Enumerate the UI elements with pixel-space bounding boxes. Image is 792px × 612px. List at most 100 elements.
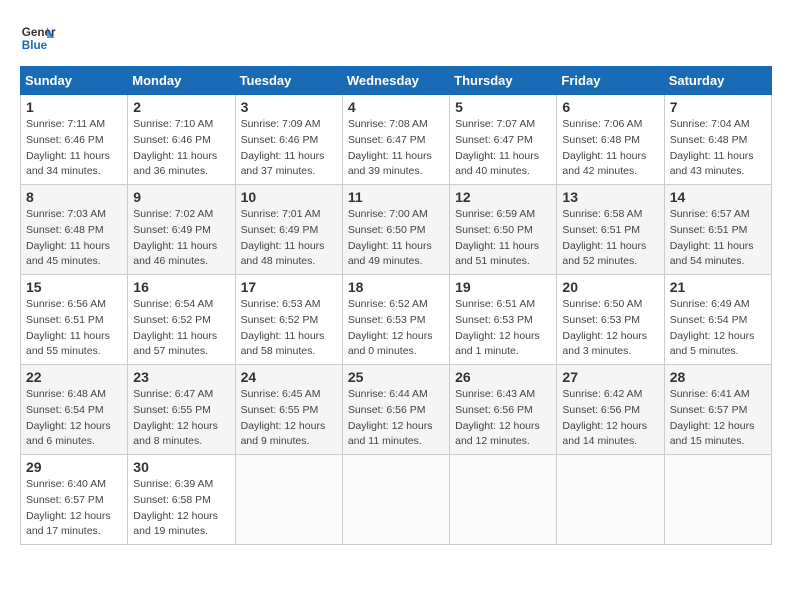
calendar-cell: 23 Sunrise: 6:47 AM Sunset: 6:55 PM Dayli… — [128, 365, 235, 455]
calendar-cell — [450, 455, 557, 545]
day-info: Sunrise: 6:39 AM Sunset: 6:58 PM Dayligh… — [133, 477, 229, 540]
day-info: Sunrise: 6:58 AM Sunset: 6:51 PM Dayligh… — [562, 207, 658, 270]
calendar-cell: 2 Sunrise: 7:10 AM Sunset: 6:46 PM Daylig… — [128, 95, 235, 185]
day-number: 10 — [241, 189, 337, 205]
day-number: 7 — [670, 99, 766, 115]
calendar-cell: 14 Sunrise: 6:57 AM Sunset: 6:51 PM Dayli… — [664, 185, 771, 275]
day-number: 13 — [562, 189, 658, 205]
day-info: Sunrise: 6:47 AM Sunset: 6:55 PM Dayligh… — [133, 387, 229, 450]
calendar-cell: 26 Sunrise: 6:43 AM Sunset: 6:56 PM Dayli… — [450, 365, 557, 455]
day-info: Sunrise: 7:08 AM Sunset: 6:47 PM Dayligh… — [348, 117, 444, 180]
day-number: 16 — [133, 279, 229, 295]
day-info: Sunrise: 7:04 AM Sunset: 6:48 PM Dayligh… — [670, 117, 766, 180]
day-info: Sunrise: 6:45 AM Sunset: 6:55 PM Dayligh… — [241, 387, 337, 450]
day-info: Sunrise: 6:43 AM Sunset: 6:56 PM Dayligh… — [455, 387, 551, 450]
logo: General Blue — [20, 20, 56, 56]
calendar-cell: 9 Sunrise: 7:02 AM Sunset: 6:49 PM Daylig… — [128, 185, 235, 275]
calendar-cell: 16 Sunrise: 6:54 AM Sunset: 6:52 PM Dayli… — [128, 275, 235, 365]
day-info: Sunrise: 7:11 AM Sunset: 6:46 PM Dayligh… — [26, 117, 122, 180]
calendar-cell: 10 Sunrise: 7:01 AM Sunset: 6:49 PM Dayli… — [235, 185, 342, 275]
day-info: Sunrise: 7:00 AM Sunset: 6:50 PM Dayligh… — [348, 207, 444, 270]
calendar-cell: 22 Sunrise: 6:48 AM Sunset: 6:54 PM Dayli… — [21, 365, 128, 455]
day-header-wednesday: Wednesday — [342, 67, 449, 95]
calendar-cell: 17 Sunrise: 6:53 AM Sunset: 6:52 PM Dayli… — [235, 275, 342, 365]
day-number: 22 — [26, 369, 122, 385]
day-number: 5 — [455, 99, 551, 115]
day-info: Sunrise: 6:57 AM Sunset: 6:51 PM Dayligh… — [670, 207, 766, 270]
day-info: Sunrise: 6:51 AM Sunset: 6:53 PM Dayligh… — [455, 297, 551, 360]
day-number: 8 — [26, 189, 122, 205]
calendar-cell: 12 Sunrise: 6:59 AM Sunset: 6:50 PM Dayli… — [450, 185, 557, 275]
day-info: Sunrise: 6:41 AM Sunset: 6:57 PM Dayligh… — [670, 387, 766, 450]
day-info: Sunrise: 6:42 AM Sunset: 6:56 PM Dayligh… — [562, 387, 658, 450]
day-info: Sunrise: 6:44 AM Sunset: 6:56 PM Dayligh… — [348, 387, 444, 450]
day-info: Sunrise: 7:09 AM Sunset: 6:46 PM Dayligh… — [241, 117, 337, 180]
calendar-cell: 15 Sunrise: 6:56 AM Sunset: 6:51 PM Dayli… — [21, 275, 128, 365]
day-info: Sunrise: 7:03 AM Sunset: 6:48 PM Dayligh… — [26, 207, 122, 270]
day-number: 6 — [562, 99, 658, 115]
day-header-sunday: Sunday — [21, 67, 128, 95]
day-number: 3 — [241, 99, 337, 115]
day-header-tuesday: Tuesday — [235, 67, 342, 95]
calendar-cell — [235, 455, 342, 545]
day-header-thursday: Thursday — [450, 67, 557, 95]
day-number: 23 — [133, 369, 229, 385]
calendar-cell: 18 Sunrise: 6:52 AM Sunset: 6:53 PM Dayli… — [342, 275, 449, 365]
day-header-monday: Monday — [128, 67, 235, 95]
day-number: 24 — [241, 369, 337, 385]
day-number: 4 — [348, 99, 444, 115]
calendar-cell: 21 Sunrise: 6:49 AM Sunset: 6:54 PM Dayli… — [664, 275, 771, 365]
calendar-cell — [664, 455, 771, 545]
day-info: Sunrise: 7:01 AM Sunset: 6:49 PM Dayligh… — [241, 207, 337, 270]
day-number: 9 — [133, 189, 229, 205]
day-number: 11 — [348, 189, 444, 205]
day-number: 28 — [670, 369, 766, 385]
day-header-friday: Friday — [557, 67, 664, 95]
calendar-cell: 25 Sunrise: 6:44 AM Sunset: 6:56 PM Dayli… — [342, 365, 449, 455]
day-info: Sunrise: 7:06 AM Sunset: 6:48 PM Dayligh… — [562, 117, 658, 180]
calendar-cell: 3 Sunrise: 7:09 AM Sunset: 6:46 PM Daylig… — [235, 95, 342, 185]
calendar-cell: 29 Sunrise: 6:40 AM Sunset: 6:57 PM Dayli… — [21, 455, 128, 545]
day-info: Sunrise: 6:40 AM Sunset: 6:57 PM Dayligh… — [26, 477, 122, 540]
calendar-cell: 1 Sunrise: 7:11 AM Sunset: 6:46 PM Daylig… — [21, 95, 128, 185]
day-number: 14 — [670, 189, 766, 205]
day-number: 15 — [26, 279, 122, 295]
calendar-cell: 27Sunrise: 6:42 AM Sunset: 6:56 PM Dayli… — [557, 365, 664, 455]
calendar-cell: 30 Sunrise: 6:39 AM Sunset: 6:58 PM Dayli… — [128, 455, 235, 545]
day-info: Sunrise: 6:54 AM Sunset: 6:52 PM Dayligh… — [133, 297, 229, 360]
day-info: Sunrise: 6:56 AM Sunset: 6:51 PM Dayligh… — [26, 297, 122, 360]
calendar-cell: 20 Sunrise: 6:50 AM Sunset: 6:53 PM Dayli… — [557, 275, 664, 365]
calendar-cell: 5Sunrise: 7:07 AM Sunset: 6:47 PM Daylig… — [450, 95, 557, 185]
calendar-cell: 7 Sunrise: 7:04 AM Sunset: 6:48 PM Daylig… — [664, 95, 771, 185]
calendar-cell: 4 Sunrise: 7:08 AM Sunset: 6:47 PM Daylig… — [342, 95, 449, 185]
day-number: 25 — [348, 369, 444, 385]
day-number: 26 — [455, 369, 551, 385]
day-info: Sunrise: 6:53 AM Sunset: 6:52 PM Dayligh… — [241, 297, 337, 360]
day-info: Sunrise: 6:59 AM Sunset: 6:50 PM Dayligh… — [455, 207, 551, 270]
day-number: 29 — [26, 459, 122, 475]
day-info: Sunrise: 6:52 AM Sunset: 6:53 PM Dayligh… — [348, 297, 444, 360]
day-header-saturday: Saturday — [664, 67, 771, 95]
day-number: 12 — [455, 189, 551, 205]
calendar-cell: 13 Sunrise: 6:58 AM Sunset: 6:51 PM Dayli… — [557, 185, 664, 275]
day-info: Sunrise: 7:10 AM Sunset: 6:46 PM Dayligh… — [133, 117, 229, 180]
day-number: 20 — [562, 279, 658, 295]
day-number: 18 — [348, 279, 444, 295]
calendar-cell — [342, 455, 449, 545]
svg-text:Blue: Blue — [22, 39, 48, 52]
day-info: Sunrise: 7:02 AM Sunset: 6:49 PM Dayligh… — [133, 207, 229, 270]
calendar-cell: 24 Sunrise: 6:45 AM Sunset: 6:55 PM Dayli… — [235, 365, 342, 455]
day-number: 2 — [133, 99, 229, 115]
day-number: 30 — [133, 459, 229, 475]
calendar-cell: 28 Sunrise: 6:41 AM Sunset: 6:57 PM Dayli… — [664, 365, 771, 455]
day-info: Sunrise: 6:50 AM Sunset: 6:53 PM Dayligh… — [562, 297, 658, 360]
day-info: Sunrise: 6:48 AM Sunset: 6:54 PM Dayligh… — [26, 387, 122, 450]
day-info: Sunrise: 6:49 AM Sunset: 6:54 PM Dayligh… — [670, 297, 766, 360]
calendar-cell: 19Sunrise: 6:51 AM Sunset: 6:53 PM Dayli… — [450, 275, 557, 365]
day-number: 17 — [241, 279, 337, 295]
calendar-cell — [557, 455, 664, 545]
calendar-cell: 11 Sunrise: 7:00 AM Sunset: 6:50 PM Dayli… — [342, 185, 449, 275]
day-number: 21 — [670, 279, 766, 295]
day-number: 1 — [26, 99, 122, 115]
calendar-cell: 8 Sunrise: 7:03 AM Sunset: 6:48 PM Daylig… — [21, 185, 128, 275]
